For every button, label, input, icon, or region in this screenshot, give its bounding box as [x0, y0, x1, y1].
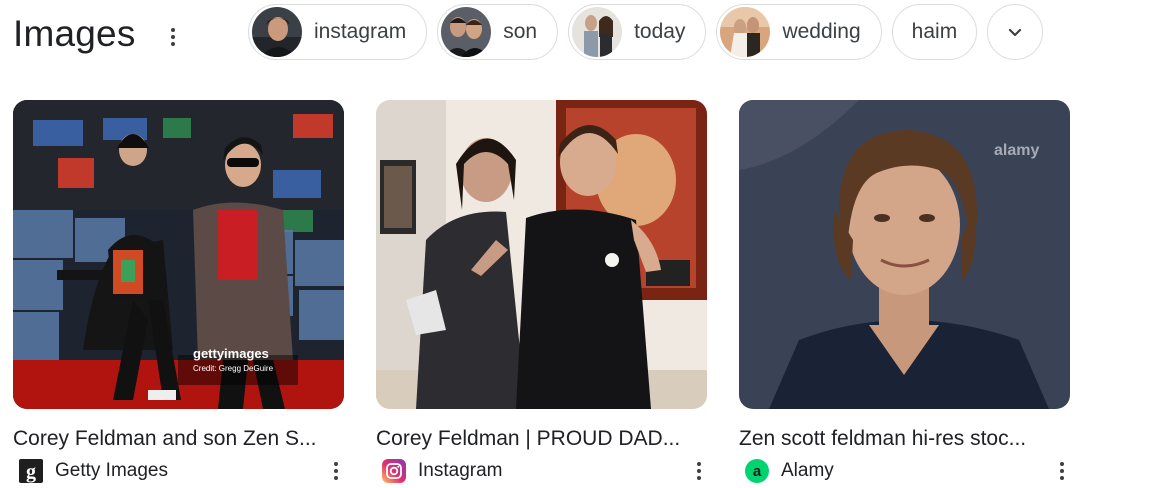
result-more-options-button[interactable] — [1048, 457, 1076, 485]
photo-credit: Credit: Gregg DeGuire — [193, 364, 274, 373]
chip-label: wedding — [782, 20, 861, 43]
more-vert-icon — [334, 462, 338, 466]
chip-today[interactable]: today — [568, 4, 707, 60]
images-section-header: Images instagram son today wedding haim — [0, 0, 1150, 66]
chip-thumbnail — [720, 7, 771, 57]
image-result-card: alamy Zen scott feldman hi-res stoc... a… — [739, 100, 1070, 484]
chip-haim[interactable]: haim — [891, 4, 978, 60]
result-source[interactable]: a Alamy — [739, 458, 1070, 484]
image-result-card: Corey Feldman | PROUD DAD... Instagram — [376, 100, 707, 484]
svg-text:a: a — [753, 463, 762, 480]
chip-label: haim — [911, 20, 958, 43]
result-title[interactable]: Corey Feldman and son Zen S... — [13, 425, 344, 453]
source-name: Getty Images — [55, 460, 168, 481]
result-more-options-button[interactable] — [322, 457, 350, 485]
section-more-options-button[interactable] — [160, 22, 186, 52]
alamy-icon: a — [745, 459, 769, 483]
more-vert-icon — [171, 28, 175, 32]
chip-instagram[interactable]: instagram — [248, 4, 428, 60]
source-name: Instagram — [418, 460, 503, 481]
alamy-watermark: alamy — [994, 142, 1039, 159]
chip-label: today — [634, 20, 686, 43]
result-title[interactable]: Zen scott feldman hi-res stoc... — [739, 425, 1070, 453]
more-vert-icon — [697, 462, 701, 466]
result-thumbnail[interactable]: alamy — [739, 100, 1070, 409]
chip-son[interactable]: son — [437, 4, 559, 60]
image-result-card: gettyimages Credit: Gregg DeGuire Corey … — [13, 100, 344, 484]
chip-thumbnail — [441, 7, 492, 57]
chip-wedding[interactable]: wedding — [716, 4, 882, 60]
refinement-chips: instagram son today wedding haim — [248, 4, 1044, 60]
chip-label: instagram — [314, 20, 407, 43]
section-title: Images — [13, 13, 136, 54]
source-name: Alamy — [781, 460, 834, 481]
result-thumbnail[interactable]: gettyimages Credit: Gregg DeGuire — [13, 100, 344, 409]
getty-icon: g — [19, 459, 43, 483]
chip-label: son — [503, 20, 538, 43]
more-vert-icon — [1060, 462, 1064, 466]
result-more-options-button[interactable] — [685, 457, 713, 485]
result-thumbnail[interactable] — [376, 100, 707, 409]
chip-thumbnail — [252, 7, 302, 57]
getty-watermark: gettyimages — [193, 346, 269, 361]
image-results: gettyimages Credit: Gregg DeGuire Corey … — [13, 100, 1070, 484]
chevron-down-icon — [1009, 28, 1022, 37]
instagram-icon — [382, 459, 406, 483]
result-title[interactable]: Corey Feldman | PROUD DAD... — [376, 425, 707, 453]
svg-text:g: g — [26, 461, 36, 483]
expand-chips-button[interactable] — [987, 4, 1044, 60]
chip-thumbnail — [572, 7, 623, 57]
result-source[interactable]: Instagram — [376, 458, 707, 484]
result-source[interactable]: g Getty Images — [13, 458, 344, 484]
